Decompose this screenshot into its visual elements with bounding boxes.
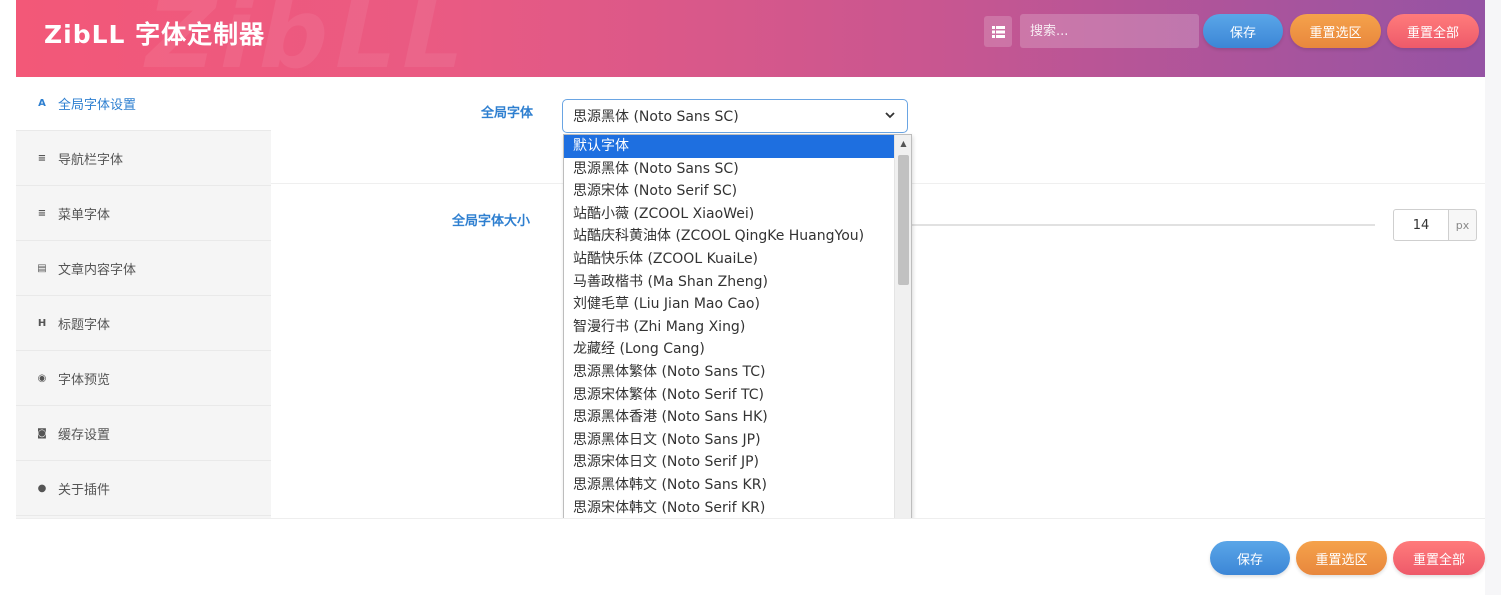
footer-reset-all-button[interactable]: 重置全部 — [1393, 541, 1485, 575]
bars-icon: ≡ — [37, 207, 47, 219]
dropdown-option[interactable]: 思源黑体韩文 (Noto Sans KR) — [564, 474, 895, 497]
eye-icon: ◉ — [37, 372, 47, 384]
font-size-unit: px — [1448, 209, 1477, 241]
dropdown-option[interactable]: 思源黑体繁体 (Noto Sans TC) — [564, 361, 895, 384]
sidebar-item-label: 关于插件 — [58, 482, 111, 498]
font-icon: A — [38, 98, 46, 109]
dropdown-option[interactable]: 思源宋体日文 (Noto Serif JP) — [564, 451, 895, 474]
sidebar-item-navbar-font[interactable]: ≡ 导航栏字体 — [16, 131, 271, 186]
dashboard-icon: ◙ — [37, 427, 47, 439]
sidebar-item-article-font[interactable]: ▤ 文章内容字体 — [16, 241, 271, 296]
chevron-down-icon — [885, 112, 895, 119]
search-input[interactable] — [1020, 14, 1199, 48]
scrollbar-thumb[interactable] — [898, 155, 909, 285]
left-margin — [0, 0, 16, 595]
right-margin — [1485, 0, 1501, 595]
sidebar-item-global-font[interactable]: A 全局字体设置 — [16, 77, 271, 131]
font-size-input[interactable] — [1393, 209, 1449, 241]
dropdown-option[interactable]: 思源宋体韩文 (Noto Serif KR) — [564, 497, 895, 520]
dropdown-option[interactable]: 刘健毛草 (Liu Jian Mao Cao) — [564, 293, 895, 316]
dropdown-option[interactable]: 站酷小薇 (ZCOOL XiaoWei) — [564, 203, 895, 226]
global-font-size-label: 全局字体大小 — [452, 214, 531, 229]
dropdown-option[interactable]: 思源黑体香港 (Noto Sans HK) — [564, 406, 895, 429]
page: ZibLL ZibLL 字体定制器 保存 重置选区 重置全部 A 全局字体设置 … — [0, 0, 1501, 595]
dropdown-option[interactable]: 智漫行书 (Zhi Mang Xing) — [564, 316, 895, 339]
list-icon-glyph — [991, 25, 1005, 38]
footer-bar: 保存 重置选区 重置全部 — [16, 518, 1485, 595]
dropdown-option[interactable]: 站酷庆科黄油体 (ZCOOL QingKe HuangYou) — [564, 225, 895, 248]
sidebar-item-label: 导航栏字体 — [58, 152, 124, 168]
global-font-label: 全局字体 — [481, 106, 534, 121]
dropdown-option[interactable]: 思源宋体 (Noto Serif SC) — [564, 180, 895, 203]
dropdown-option[interactable]: 默认字体 — [564, 135, 895, 158]
dropdown-option[interactable]: 龙藏经 (Long Cang) — [564, 338, 895, 361]
document-icon: ▤ — [37, 262, 47, 274]
sidebar-item-font-preview[interactable]: ◉ 字体预览 — [16, 351, 271, 406]
sidebar-item-label: 字体预览 — [58, 372, 111, 388]
scroll-up-icon[interactable]: ▲ — [895, 135, 911, 152]
header-reset-section-button[interactable]: 重置选区 — [1290, 14, 1381, 48]
info-icon: ● — [37, 482, 47, 494]
dropdown-option[interactable]: 站酷快乐体 (ZCOOL KuaiLe) — [564, 248, 895, 271]
sidebar-item-label: 标题字体 — [58, 317, 111, 333]
sidebar-item-label: 菜单字体 — [58, 207, 111, 223]
global-font-selected-value: 思源黑体 (Noto Sans SC) — [573, 109, 739, 125]
header-bar: ZibLL ZibLL 字体定制器 保存 重置选区 重置全部 — [16, 0, 1485, 77]
dropdown-option[interactable]: 思源黑体日文 (Noto Sans JP) — [564, 429, 895, 452]
sidebar-item-label: 文章内容字体 — [58, 262, 137, 278]
app-title: ZibLL 字体定制器 — [44, 20, 266, 49]
dropdown-option[interactable]: 思源黑体 (Noto Sans SC) — [564, 158, 895, 181]
font-size-slider[interactable] — [912, 224, 1375, 226]
global-font-select[interactable]: 思源黑体 (Noto Sans SC) — [562, 99, 908, 133]
sidebar: A 全局字体设置 ≡ 导航栏字体 ≡ 菜单字体 ▤ 文章内容字体 H 标题字体 … — [16, 77, 271, 518]
sidebar-item-label: 缓存设置 — [58, 427, 111, 443]
bars-icon: ≡ — [37, 152, 47, 164]
dropdown-option[interactable]: 马善政楷书 (Ma Shan Zheng) — [564, 271, 895, 294]
header-save-button[interactable]: 保存 — [1203, 14, 1283, 48]
footer-reset-section-button[interactable]: 重置选区 — [1296, 541, 1387, 575]
sidebar-item-cache-settings[interactable]: ◙ 缓存设置 — [16, 406, 271, 461]
dropdown-option[interactable]: 思源宋体繁体 (Noto Serif TC) — [564, 384, 895, 407]
sidebar-item-menu-font[interactable]: ≡ 菜单字体 — [16, 186, 271, 241]
header-reset-all-button[interactable]: 重置全部 — [1387, 14, 1479, 48]
footer-save-button[interactable]: 保存 — [1210, 541, 1290, 575]
sidebar-item-label: 全局字体设置 — [58, 98, 137, 113]
list-icon[interactable] — [984, 16, 1012, 47]
heading-icon: H — [37, 317, 47, 329]
sidebar-item-heading-font[interactable]: H 标题字体 — [16, 296, 271, 351]
sidebar-item-about-plugin[interactable]: ● 关于插件 — [16, 461, 271, 516]
